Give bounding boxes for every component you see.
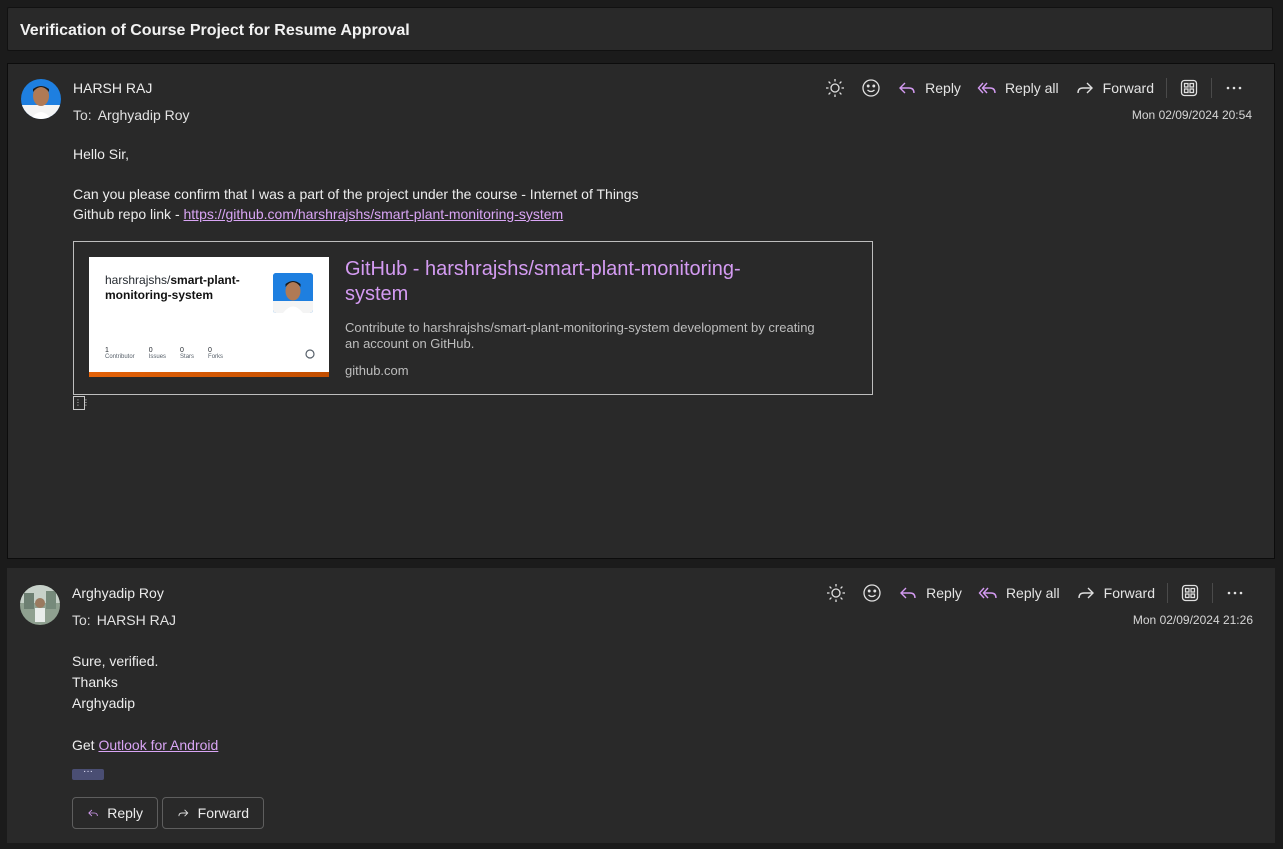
signature-prefix: Get: [72, 737, 99, 753]
toolbar-divider: [1212, 583, 1213, 603]
reply-all-icon: [978, 587, 997, 599]
sun-icon[interactable]: [818, 579, 854, 607]
reply-icon: [88, 809, 98, 817]
recipient-name[interactable]: Arghyadip Roy: [98, 107, 190, 123]
body-line: Thanks: [72, 674, 118, 690]
reply-all-button[interactable]: Reply all: [970, 579, 1068, 607]
subject-bar: Verification of Course Project for Resum…: [7, 7, 1273, 51]
thumbnail-repo-title: harshrajshs/smart-plant-monitoring-syste…: [105, 273, 265, 303]
body-line: Sure, verified.: [72, 653, 159, 669]
recipient-name[interactable]: HARSH RAJ: [97, 612, 176, 628]
emoji-icon[interactable]: [853, 74, 889, 102]
reply-label: Reply: [925, 80, 961, 96]
body-line: Arghyadip: [72, 695, 136, 711]
body-line: Can you please confirm that I was a part…: [73, 186, 639, 202]
repo-link[interactable]: https://github.com/harshrajshs/smart-pla…: [184, 206, 564, 222]
message-toolbar: Reply Reply all Forward: [818, 579, 1253, 607]
link-preview-description: Contribute to harshrajshs/smart-plant-mo…: [345, 320, 815, 351]
reply-icon: [899, 82, 915, 94]
toolbar-divider: [1167, 583, 1168, 603]
message-timestamp: Mon 02/09/2024 21:26: [1132, 613, 1253, 627]
reply-icon: [900, 587, 916, 599]
preview-options-icon[interactable]: ⋮⋮: [73, 396, 90, 410]
reply-bottom-button[interactable]: Reply: [72, 797, 158, 829]
thumbnail-avatar: [273, 273, 313, 313]
message-card: Arghyadip Roy To: HARSH RAJ Reply Reply …: [7, 568, 1275, 843]
show-trimmed-content-button[interactable]: ···: [72, 767, 104, 780]
avatar[interactable]: [20, 585, 60, 625]
emoji-icon[interactable]: [854, 579, 890, 607]
link-preview-title[interactable]: GitHub - harshrajshs/smart-plant-monitor…: [345, 257, 795, 307]
forward-bottom-button[interactable]: Forward: [162, 797, 264, 829]
link-preview-domain: github.com: [345, 363, 409, 378]
reply-all-icon: [977, 82, 996, 94]
message-timestamp: Mon 02/09/2024 20:54: [1131, 108, 1252, 122]
signature-line: Get Outlook for Android: [72, 735, 218, 755]
stat-forks: 0 Forks: [208, 347, 224, 360]
reply-button[interactable]: Reply: [890, 579, 970, 607]
message-body: Sure, verified. Thanks Arghyadip: [72, 651, 158, 714]
reply-button[interactable]: Reply: [889, 74, 969, 102]
email-subject: Verification of Course Project for Resum…: [20, 22, 410, 39]
sun-icon[interactable]: [817, 74, 853, 102]
message-card: HARSH RAJ To: Arghyadip Roy Reply Reply …: [7, 63, 1275, 559]
forward-icon: [1077, 587, 1094, 599]
reply-all-label: Reply all: [1004, 80, 1059, 96]
thumbnail-owner: harshrajshs/: [105, 273, 171, 287]
reply-bottom-label: Reply: [107, 805, 143, 821]
apps-icon[interactable]: [1172, 579, 1208, 607]
thumbnail-stats: 1 Contributor 0 Issues 0 Stars 0 Forks: [105, 347, 223, 360]
forward-icon: [178, 809, 189, 817]
reply-all-button[interactable]: Reply all: [969, 74, 1067, 102]
more-icon[interactable]: [1217, 579, 1253, 607]
reply-all-label: Reply all: [1005, 585, 1060, 601]
recipient-line: To: HARSH RAJ: [72, 612, 176, 628]
forward-label: Forward: [1103, 585, 1155, 601]
to-label: To:: [72, 612, 91, 628]
forward-button[interactable]: Forward: [1068, 579, 1163, 607]
forward-label: Forward: [1102, 80, 1154, 96]
sender-name[interactable]: HARSH RAJ: [73, 80, 152, 96]
forward-button[interactable]: Forward: [1067, 74, 1162, 102]
message-toolbar: Reply Reply all Forward: [817, 74, 1252, 102]
avatar[interactable]: [21, 79, 61, 119]
outlook-android-link[interactable]: Outlook for Android: [98, 737, 218, 753]
repo-link-line: Github repo link - https://github.com/ha…: [73, 204, 563, 224]
apps-icon[interactable]: [1171, 74, 1207, 102]
stat-contributors: 1 Contributor: [105, 347, 135, 360]
toolbar-divider: [1166, 78, 1167, 98]
thumbnail-language-bar: [89, 372, 329, 377]
sender-name[interactable]: Arghyadip Roy: [72, 585, 164, 601]
repo-link-prefix: Github repo link -: [73, 206, 184, 222]
github-logo-icon: [305, 349, 315, 359]
forward-icon: [1076, 82, 1093, 94]
stat-issues: 0 Issues: [148, 347, 167, 360]
forward-bottom-label: Forward: [197, 805, 249, 821]
link-preview-card[interactable]: harshrajshs/smart-plant-monitoring-syste…: [73, 241, 873, 395]
to-label: To:: [73, 107, 92, 123]
toolbar-divider: [1211, 78, 1212, 98]
link-preview-thumbnail[interactable]: harshrajshs/smart-plant-monitoring-syste…: [89, 257, 329, 377]
reply-label: Reply: [926, 585, 962, 601]
recipient-line: To: Arghyadip Roy: [73, 107, 190, 123]
stat-stars: 0 Stars: [180, 347, 195, 360]
more-icon[interactable]: [1216, 74, 1252, 102]
greeting: Hello Sir,: [73, 146, 130, 162]
